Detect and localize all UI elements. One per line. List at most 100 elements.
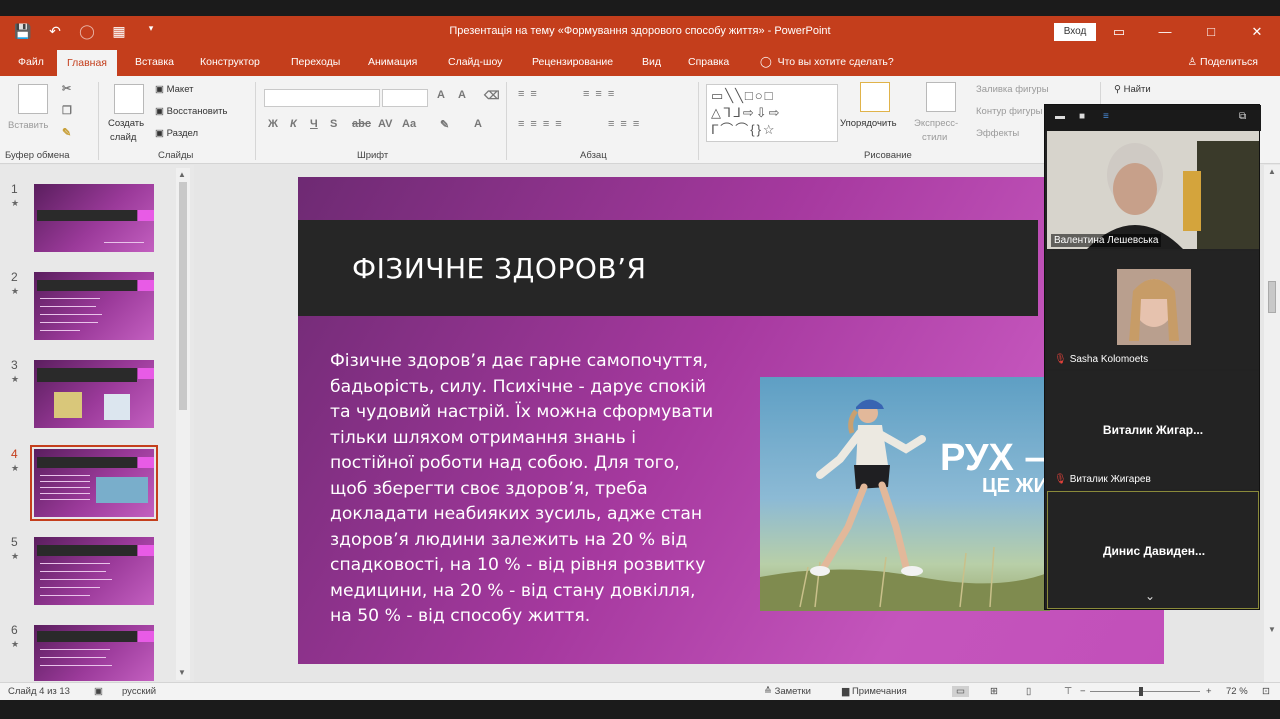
tab-animations[interactable]: Анимация bbox=[358, 48, 427, 76]
copy-icon[interactable]: ❐ bbox=[62, 104, 72, 117]
share-button[interactable]: ♙ Поделиться bbox=[1188, 48, 1258, 76]
single-view-icon[interactable]: ■ bbox=[1079, 111, 1085, 122]
increase-font-icon[interactable]: A bbox=[437, 89, 445, 101]
slide-thumbnail[interactable] bbox=[34, 625, 154, 681]
tab-transitions[interactable]: Переходы bbox=[281, 48, 350, 76]
ribbon-options-icon[interactable]: ▭ bbox=[1096, 16, 1142, 48]
tab-home[interactable]: Главная bbox=[57, 50, 117, 76]
arrange-label[interactable]: Упорядочить bbox=[840, 118, 897, 129]
participant-tile-video[interactable]: Валентина Лешевська bbox=[1047, 131, 1259, 249]
zoom-in-icon[interactable]: + bbox=[1206, 686, 1212, 697]
thumbnail-item[interactable]: 1 ★ bbox=[0, 182, 176, 262]
char-spacing-icon[interactable]: AV bbox=[378, 118, 392, 130]
section-button[interactable]: ▣ Раздел bbox=[155, 128, 198, 139]
slide-scrollbar[interactable]: ▲ ▼ bbox=[1264, 165, 1280, 682]
scroll-down-icon[interactable]: ▼ bbox=[1268, 625, 1276, 634]
slide-thumbnail[interactable] bbox=[34, 537, 154, 605]
indent-icon[interactable]: ≡≡≡ bbox=[583, 88, 620, 100]
scrollbar-thumb[interactable] bbox=[179, 182, 187, 410]
slide-thumbnail[interactable] bbox=[34, 360, 154, 428]
shapes-gallery[interactable]: ▭╲╲□○□ △ᒣᒧ⇨⇩⇨ ᒥ⌒⌒{}☆ bbox=[706, 84, 838, 142]
decrease-font-icon[interactable]: A bbox=[458, 89, 466, 101]
scrollbar-thumb[interactable] bbox=[1268, 281, 1276, 313]
bold-icon[interactable]: Ж bbox=[268, 118, 278, 130]
thumbnail-item[interactable]: 5 ★ bbox=[0, 535, 176, 615]
minimize-button[interactable]: — bbox=[1142, 16, 1188, 48]
paste-icon[interactable] bbox=[18, 84, 48, 114]
thumbnails-scrollbar[interactable]: ▲ ▼ bbox=[176, 168, 190, 680]
language-label[interactable]: русский bbox=[122, 686, 156, 697]
notes-button[interactable]: ≙ Заметки bbox=[764, 686, 811, 697]
gallery-view-icon[interactable]: ≡ bbox=[1103, 111, 1109, 122]
underline-icon[interactable]: Ч bbox=[310, 118, 318, 130]
quick-styles-icon[interactable] bbox=[926, 82, 956, 112]
tab-insert[interactable]: Вставка bbox=[125, 48, 184, 76]
current-slide[interactable]: ФІЗИЧНЕ ЗДОРОВ’Я Фізичне здоров’я дає га… bbox=[298, 177, 1164, 664]
strikethrough-icon[interactable]: abc bbox=[352, 118, 371, 130]
popout-icon[interactable]: ⧉ bbox=[1239, 111, 1246, 122]
align-icon[interactable]: ≡≡≡≡ bbox=[518, 118, 568, 130]
layout-button[interactable]: ▣ Макет bbox=[155, 84, 194, 95]
new-slide-label-2[interactable]: слайд bbox=[110, 132, 136, 143]
new-slide-icon[interactable] bbox=[114, 84, 144, 114]
minimize-icon[interactable]: ▬ bbox=[1055, 111, 1065, 122]
scroll-up-icon[interactable]: ▲ bbox=[178, 170, 186, 179]
quick-styles-label-2[interactable]: стили bbox=[922, 132, 947, 143]
arrange-icon[interactable] bbox=[860, 82, 890, 112]
zoom-slider[interactable] bbox=[1090, 691, 1200, 692]
tab-file[interactable]: Файл bbox=[8, 48, 54, 76]
slide-title[interactable]: ФІЗИЧНЕ ЗДОРОВ’Я bbox=[352, 252, 646, 285]
format-painter-icon[interactable]: ✎ bbox=[62, 126, 71, 139]
fit-slide-icon[interactable]: ⊡ bbox=[1262, 686, 1270, 697]
paste-label[interactable]: Вставить bbox=[8, 120, 48, 131]
reading-view-icon[interactable]: ▯ bbox=[1026, 686, 1031, 697]
columns-icon[interactable]: ≡≡≡ bbox=[608, 118, 645, 130]
zoom-level[interactable]: 72 % bbox=[1226, 686, 1248, 697]
quick-styles-label[interactable]: Экспресс- bbox=[914, 118, 958, 129]
shape-effects-button[interactable]: Эффекты bbox=[976, 128, 1019, 139]
shape-fill-button[interactable]: Заливка фигуры bbox=[976, 84, 1049, 95]
thumbnail-item[interactable]: 2 ★ bbox=[0, 270, 176, 350]
slide-thumbnail[interactable] bbox=[34, 272, 154, 340]
tell-me-search[interactable]: ◯ Что вы хотите сделать? bbox=[760, 48, 894, 76]
change-case-icon[interactable]: Aa bbox=[402, 118, 416, 130]
font-size-combo[interactable] bbox=[382, 89, 428, 107]
shadow-icon[interactable]: S bbox=[330, 118, 337, 130]
highlight-icon[interactable]: ✎ bbox=[440, 118, 449, 131]
zoom-slider-handle[interactable] bbox=[1139, 687, 1143, 696]
chevron-down-icon[interactable]: ⌄ bbox=[1145, 589, 1155, 603]
tab-help[interactable]: Справка bbox=[678, 48, 739, 76]
tab-view[interactable]: Вид bbox=[632, 48, 671, 76]
clear-formatting-icon[interactable]: ⌫ bbox=[484, 89, 500, 102]
participant-tile-video[interactable]: 🎙 Sasha Kolomoets bbox=[1047, 251, 1259, 369]
scroll-up-icon[interactable]: ▲ bbox=[1268, 167, 1276, 176]
walking-woman-photo[interactable]: РУХ – ЦЕ ЖИТ bbox=[760, 377, 1050, 611]
cut-icon[interactable]: ✂ bbox=[62, 82, 71, 95]
new-slide-label[interactable]: Создать bbox=[108, 118, 144, 129]
slide-sorter-icon[interactable]: ⊞ bbox=[990, 686, 998, 697]
thumbnail-item[interactable]: 3 ★ bbox=[0, 358, 176, 438]
sign-in-button[interactable]: Вход bbox=[1054, 23, 1096, 41]
tab-design[interactable]: Конструктор bbox=[190, 48, 270, 76]
maximize-button[interactable]: □ bbox=[1188, 16, 1234, 48]
bullets-icon[interactable]: ≡≡ bbox=[518, 88, 543, 100]
slide-body-text[interactable]: Фізичне здоров’я дає гарне самопочуття, … bbox=[330, 349, 760, 630]
scroll-down-icon[interactable]: ▼ bbox=[178, 668, 186, 677]
font-name-combo[interactable] bbox=[264, 89, 380, 107]
zoom-out-icon[interactable]: − bbox=[1080, 686, 1086, 697]
thumbnail-item-active[interactable]: 4 ★ bbox=[0, 445, 176, 527]
slideshow-view-icon[interactable]: ⊤ bbox=[1064, 686, 1072, 697]
font-color-icon[interactable]: A bbox=[474, 118, 482, 130]
tab-slideshow[interactable]: Слайд-шоу bbox=[438, 48, 512, 76]
italic-icon[interactable]: К bbox=[290, 118, 297, 130]
normal-view-icon[interactable]: ▭ bbox=[952, 686, 969, 697]
comments-button[interactable]: ▆ Примечания bbox=[842, 686, 907, 697]
slide-thumbnail[interactable] bbox=[34, 184, 154, 252]
slide-thumbnail-selected[interactable] bbox=[30, 445, 158, 521]
find-button[interactable]: ⚲ Найти bbox=[1114, 84, 1151, 95]
reset-button[interactable]: ▣ Восстановить bbox=[155, 106, 227, 117]
close-button[interactable]: ✕ bbox=[1234, 16, 1280, 48]
shape-outline-button[interactable]: Контур фигуры bbox=[976, 106, 1042, 117]
participant-tile[interactable]: Виталик Жигар... 🎙 Виталик Жигарев bbox=[1047, 371, 1259, 489]
tab-review[interactable]: Рецензирование bbox=[522, 48, 623, 76]
